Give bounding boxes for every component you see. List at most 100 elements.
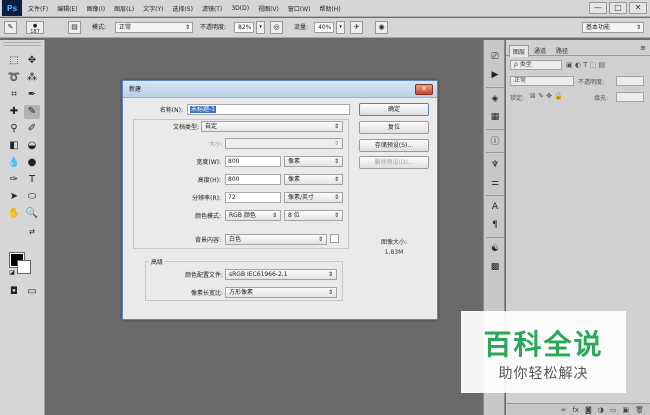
- save-preset-button[interactable]: 存储预设(S)...: [359, 139, 429, 152]
- new-group-icon[interactable]: ▭: [610, 406, 617, 414]
- close-window-button[interactable]: ✕: [629, 2, 647, 14]
- paint-bucket-tool-icon[interactable]: ◒: [24, 139, 40, 153]
- width-input[interactable]: 800: [225, 156, 281, 167]
- ellipse-tool-icon[interactable]: ⬭: [24, 190, 40, 204]
- history-brush-tool-icon[interactable]: ✐: [24, 122, 40, 136]
- height-unit-select[interactable]: 像素 ⇕: [284, 174, 343, 185]
- layer-mask-icon[interactable]: ◙: [585, 406, 592, 414]
- link-layers-icon[interactable]: ∞: [561, 406, 567, 414]
- resolution-unit-select[interactable]: 像素/英寸 ⇕: [284, 192, 343, 203]
- pressure-opacity-icon[interactable]: ◎: [270, 21, 283, 34]
- styles-panel-icon[interactable]: ☯: [487, 242, 503, 256]
- swap-colors-icon[interactable]: ⇄: [24, 225, 40, 239]
- hand-tool-icon[interactable]: ✋: [6, 207, 22, 221]
- flow-dropdown-icon[interactable]: ▾: [336, 21, 345, 34]
- bit-depth-select[interactable]: 8 位 ⇕: [284, 210, 343, 221]
- screen-mode-icon[interactable]: ▭: [24, 285, 40, 299]
- layer-style-icon[interactable]: fx: [572, 406, 579, 414]
- layer-fill-input[interactable]: [616, 92, 644, 102]
- pen-tool-icon[interactable]: ✑: [6, 173, 22, 187]
- panel-menu-icon[interactable]: ≡: [640, 44, 646, 52]
- menu-edit[interactable]: 编辑(E): [57, 4, 77, 13]
- width-unit-select[interactable]: 像素 ⇕: [284, 156, 343, 167]
- background-color-checkbox[interactable]: [330, 234, 339, 243]
- toolbar-grip[interactable]: [3, 42, 41, 46]
- height-input[interactable]: 800: [225, 174, 281, 185]
- default-colors-icon[interactable]: ◪: [4, 266, 20, 280]
- menu-view[interactable]: 视图(V): [258, 4, 279, 13]
- delete-layer-icon[interactable]: 🗑: [635, 406, 644, 414]
- color-profile-select[interactable]: sRGB IEC61966-2.1 ⇕: [225, 269, 337, 280]
- color-mode-select[interactable]: RGB 颜色 ⇕: [225, 210, 281, 221]
- airbrush-icon[interactable]: ✈: [350, 21, 363, 34]
- pixel-aspect-select[interactable]: 方形像素 ⇕: [225, 287, 337, 298]
- tab-channels[interactable]: 通道: [531, 45, 549, 56]
- tab-layers[interactable]: 图层: [509, 45, 530, 57]
- history-panel-icon[interactable]: ⎚: [487, 50, 503, 64]
- brush-panel-dock-icon[interactable]: ♆: [487, 158, 503, 172]
- minimize-button[interactable]: —: [589, 2, 607, 14]
- menu-type[interactable]: 文字(Y): [143, 4, 163, 13]
- menu-window[interactable]: 窗口(W): [288, 4, 311, 13]
- menu-select[interactable]: 选择(S): [172, 4, 193, 13]
- lock-icons[interactable]: ⊠ ✎ ✥ 🔒: [530, 92, 563, 100]
- menu-3d[interactable]: 3D(D): [231, 5, 249, 12]
- opacity-input[interactable]: 82%: [234, 22, 254, 33]
- menu-filter[interactable]: 滤镜(T): [202, 4, 222, 13]
- path-select-tool-icon[interactable]: ➤: [6, 190, 22, 204]
- type-tool-icon[interactable]: T: [24, 173, 40, 187]
- swatches-panel-icon[interactable]: ▦: [487, 110, 503, 124]
- paragraph-panel-icon[interactable]: ¶: [487, 218, 503, 232]
- layer-kind-filter[interactable]: ρ 类型: [510, 60, 562, 70]
- flow-input[interactable]: 40%: [314, 22, 334, 33]
- layer-filter-icons[interactable]: ▣ ◐ T ⬚ ▤: [566, 61, 605, 69]
- layer-blend-mode[interactable]: 正常: [510, 76, 574, 86]
- workspace-select[interactable]: 基本功能 ⇕: [582, 22, 644, 33]
- zoom-tool-icon[interactable]: 🔍: [24, 207, 40, 221]
- dialog-close-button[interactable]: ✕: [415, 84, 433, 95]
- eraser-tool-icon[interactable]: ◧: [6, 139, 22, 153]
- move-tool-icon[interactable]: ✥: [24, 54, 40, 68]
- resolution-input[interactable]: 72: [225, 192, 281, 203]
- maximize-button[interactable]: □: [609, 2, 627, 14]
- eyedropper-tool-icon[interactable]: ✒: [24, 88, 40, 102]
- character-panel-icon[interactable]: A: [487, 200, 503, 214]
- menu-help[interactable]: 帮助(H): [320, 4, 341, 13]
- blur-tool-icon[interactable]: 💧: [6, 156, 22, 170]
- info-panel-icon[interactable]: ⓘ: [487, 135, 503, 149]
- preset-value: 自定: [205, 123, 218, 130]
- layer-opacity-input[interactable]: [616, 76, 644, 86]
- mode-select[interactable]: 正常 ⇕: [115, 22, 193, 33]
- brush-tool-icon[interactable]: ✎: [24, 105, 40, 119]
- layer-comps-icon[interactable]: ▩: [487, 260, 503, 274]
- size-select[interactable]: ⇕: [225, 138, 343, 149]
- brush-panel-icon[interactable]: ▤: [68, 21, 81, 34]
- new-layer-icon[interactable]: ▣: [622, 406, 629, 414]
- name-field[interactable]: 未标题-1: [187, 104, 350, 115]
- crop-tool-icon[interactable]: ⌗: [6, 88, 22, 102]
- pressure-size-icon[interactable]: ◉: [375, 21, 388, 34]
- quick-mask-icon[interactable]: ◘: [6, 285, 22, 299]
- lasso-tool-icon[interactable]: ➰: [6, 71, 22, 85]
- healing-brush-tool-icon[interactable]: ✚: [6, 105, 22, 119]
- tab-paths[interactable]: 路径: [553, 45, 571, 56]
- opacity-dropdown-icon[interactable]: ▾: [256, 21, 265, 34]
- menu-image[interactable]: 图像(I): [87, 4, 105, 13]
- brush-presets-icon[interactable]: ⚌: [487, 176, 503, 190]
- ok-button[interactable]: 确定: [359, 103, 429, 116]
- reset-button[interactable]: 复位: [359, 121, 429, 134]
- adjustment-layer-icon[interactable]: ◑: [598, 406, 604, 414]
- quick-select-tool-icon[interactable]: ⁂: [24, 71, 40, 85]
- delete-preset-button[interactable]: 删除预设(D)...: [359, 156, 429, 169]
- clone-stamp-tool-icon[interactable]: ⚲: [6, 122, 22, 136]
- menu-file[interactable]: 文件(F): [28, 4, 48, 13]
- actions-panel-icon[interactable]: ▶: [487, 68, 503, 82]
- color-panel-icon[interactable]: ◈: [487, 92, 503, 106]
- background-select[interactable]: 白色 ⇕: [225, 234, 327, 245]
- menu-layer[interactable]: 图层(L): [114, 4, 134, 13]
- preset-select[interactable]: 自定 ⇕: [201, 121, 343, 132]
- brush-size-picker[interactable]: ● 187: [26, 21, 44, 35]
- brush-preset-icon[interactable]: ✎: [4, 21, 17, 34]
- dodge-tool-icon[interactable]: ●: [24, 156, 40, 170]
- marquee-tool-icon[interactable]: ⬚: [6, 54, 22, 68]
